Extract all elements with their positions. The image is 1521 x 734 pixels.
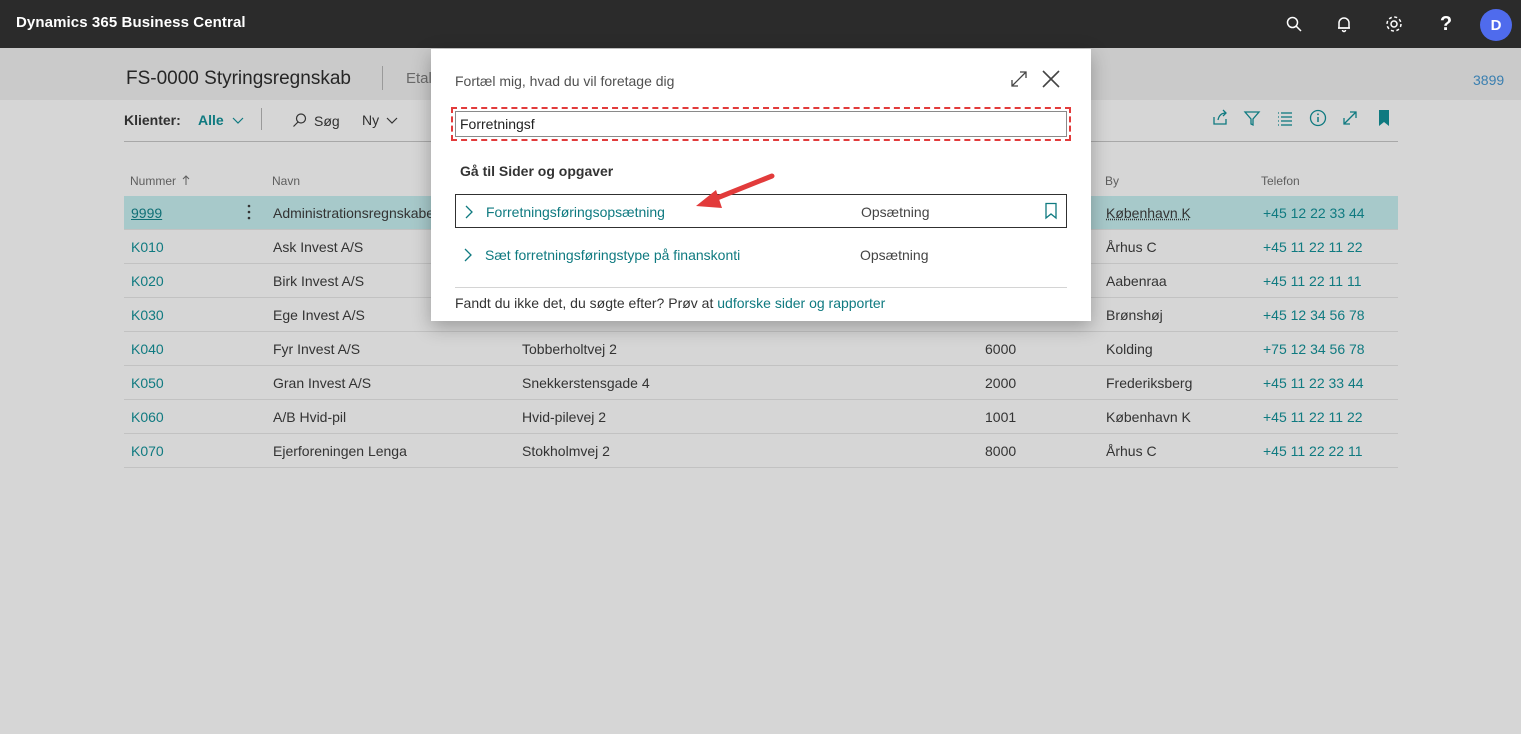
- result-category: Opsætning: [861, 204, 930, 220]
- top-bar: Dynamics 365 Business Central ? D: [0, 0, 1521, 48]
- cell-phone[interactable]: +45 11 22 22 11: [1263, 443, 1363, 459]
- chevron-right-icon: [461, 247, 475, 263]
- column-header-number[interactable]: Nummer: [130, 174, 190, 188]
- cell-number[interactable]: 9999: [131, 205, 162, 221]
- cell-phone[interactable]: +75 12 34 56 78: [1263, 341, 1365, 357]
- dialog-footer: Fandt du ikke det, du søgte efter? Prøv …: [455, 295, 885, 311]
- table-row[interactable]: K050 Gran Invest A/S Snekkerstensgade 4 …: [124, 366, 1398, 400]
- clients-filter-dropdown[interactable]: Alle: [198, 112, 244, 128]
- cell-postcode: 8000: [985, 443, 1017, 459]
- clients-label: Klienter:: [124, 112, 181, 128]
- help-icon[interactable]: ?: [1434, 12, 1458, 36]
- cell-postcode: 6000: [985, 341, 1017, 357]
- title-extra[interactable]: Etal: [406, 70, 432, 87]
- cell-number[interactable]: K030: [131, 307, 164, 323]
- cell-number[interactable]: K040: [131, 341, 164, 357]
- search-button[interactable]: Søg: [292, 112, 340, 129]
- column-header-phone[interactable]: Telefon: [1261, 174, 1300, 188]
- cell-phone[interactable]: +45 12 22 33 44: [1263, 205, 1365, 221]
- new-button[interactable]: Ny: [362, 112, 398, 128]
- cell-address: Tobberholtvej 2: [522, 341, 617, 357]
- footer-text: Fandt du ikke det, du søgte efter? Prøv …: [455, 295, 718, 311]
- sort-ascending-icon: [183, 175, 190, 185]
- gear-icon[interactable]: [1382, 12, 1406, 36]
- table-row[interactable]: K070 Ejerforeningen Lenga Stokholmvej 2 …: [124, 434, 1398, 468]
- cell-name: A/B Hvid-pil: [273, 409, 347, 425]
- table-row[interactable]: K060 A/B Hvid-pil Hvid-pilevej 2 1001 Kø…: [124, 400, 1398, 434]
- clients-filter-value: Alle: [198, 112, 224, 128]
- bookmark-icon[interactable]: [1044, 202, 1058, 220]
- cell-city: Brønshøj: [1106, 307, 1163, 323]
- action-divider: [261, 108, 262, 130]
- avatar[interactable]: D: [1480, 9, 1512, 41]
- chevron-down-icon: [386, 117, 398, 124]
- cell-city: Kolding: [1106, 341, 1153, 357]
- cell-number[interactable]: K060: [131, 409, 164, 425]
- cell-phone[interactable]: +45 11 22 11 22: [1263, 239, 1363, 255]
- bookmark-icon[interactable]: [1374, 108, 1396, 130]
- top-right-value[interactable]: 3899: [1473, 72, 1504, 88]
- chevron-right-icon: [462, 204, 476, 220]
- section-title: Gå til Sider og opgaver: [460, 163, 614, 179]
- expand-icon[interactable]: [1009, 69, 1029, 89]
- title-divider: [382, 66, 383, 90]
- info-icon[interactable]: [1308, 108, 1330, 130]
- annotation-arrow-icon: [696, 173, 775, 208]
- cell-address: Stokholmvej 2: [522, 443, 610, 459]
- result-name[interactable]: Sæt forretningsføringstype på finanskont…: [485, 247, 740, 263]
- result-item[interactable]: Sæt forretningsføringstype på finanskont…: [455, 238, 1067, 272]
- table-row[interactable]: K040 Fyr Invest A/S Tobberholtvej 2 6000…: [124, 332, 1398, 366]
- cell-city: Århus C: [1106, 443, 1157, 459]
- column-header-name[interactable]: Navn: [272, 174, 300, 188]
- result-category: Opsætning: [860, 247, 929, 263]
- cell-number[interactable]: K020: [131, 273, 164, 289]
- cell-postcode: 2000: [985, 375, 1017, 391]
- cell-name: Fyr Invest A/S: [273, 341, 361, 357]
- cell-name: Gran Invest A/S: [273, 375, 372, 391]
- app-title[interactable]: Dynamics 365 Business Central: [16, 14, 246, 31]
- cell-name: Birk Invest A/S: [273, 273, 365, 289]
- dialog-divider: [455, 287, 1067, 288]
- cell-city: Århus C: [1106, 239, 1157, 255]
- cell-address: Hvid-pilevej 2: [522, 409, 607, 425]
- new-button-label: Ny: [362, 112, 380, 128]
- cell-name: Ask Invest A/S: [273, 239, 364, 255]
- cell-name: Ege Invest A/S: [273, 307, 365, 323]
- cell-number[interactable]: K050: [131, 375, 164, 391]
- cell-number[interactable]: K070: [131, 443, 164, 459]
- cell-phone[interactable]: +45 11 22 11 11: [1263, 273, 1361, 289]
- filter-icon[interactable]: [1242, 108, 1264, 130]
- result-name[interactable]: Forretningsføringsopsætning: [486, 204, 665, 220]
- row-menu-icon[interactable]: [242, 202, 256, 222]
- search-button-label: Søg: [314, 113, 340, 129]
- dialog-title: Fortæl mig, hvad du vil foretage dig: [455, 73, 675, 89]
- column-header-number-label: Nummer: [130, 174, 177, 188]
- list-view-icon[interactable]: [1275, 108, 1297, 130]
- cell-postcode: 1001: [985, 409, 1017, 425]
- cell-phone[interactable]: +45 11 22 11 22: [1263, 409, 1363, 425]
- search-input[interactable]: [451, 107, 1071, 141]
- cell-name: Administrationsregnskabet: [273, 205, 438, 221]
- expand-icon[interactable]: [1340, 108, 1362, 130]
- cell-city: Aabenraa: [1106, 273, 1167, 289]
- search-icon[interactable]: [1282, 12, 1306, 36]
- cell-address: Snekkerstensgade 4: [522, 375, 650, 391]
- close-icon[interactable]: [1039, 67, 1063, 91]
- bell-icon[interactable]: [1332, 12, 1356, 36]
- page-title: FS-0000 Styringsregnskab: [126, 68, 351, 89]
- cell-city: Frederiksberg: [1106, 375, 1193, 391]
- cell-number[interactable]: K010: [131, 239, 164, 255]
- explore-pages-link[interactable]: udforske sider og rapporter: [717, 295, 885, 311]
- cell-phone[interactable]: +45 11 22 33 44: [1263, 375, 1364, 391]
- chevron-down-icon: [232, 117, 244, 124]
- share-icon[interactable]: [1210, 108, 1232, 130]
- column-header-city[interactable]: By: [1105, 174, 1119, 188]
- cell-city: København K: [1106, 205, 1191, 221]
- search-icon: [293, 113, 307, 127]
- cell-city: København K: [1106, 409, 1191, 425]
- cell-phone[interactable]: +45 12 34 56 78: [1263, 307, 1365, 323]
- cell-name: Ejerforeningen Lenga: [273, 443, 407, 459]
